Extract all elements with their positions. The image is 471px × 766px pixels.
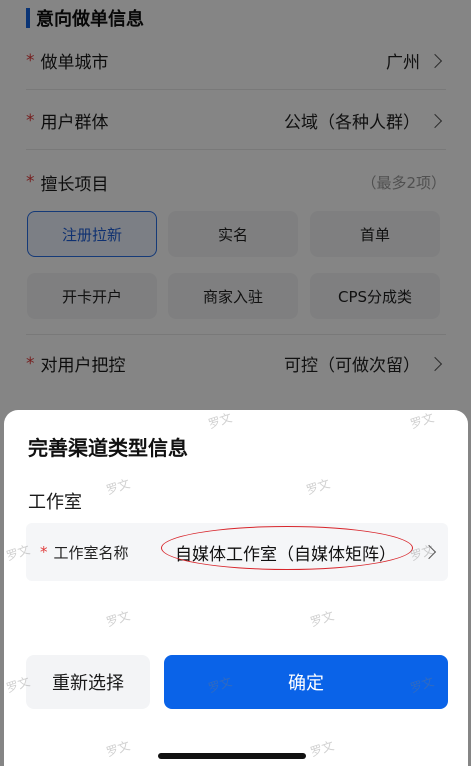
bottom-sheet: 完善渠道类型信息 工作室 * 工作室名称 自媒体工作室（自媒体矩阵） 重新选择 …: [4, 410, 468, 766]
required-mark: *: [40, 543, 48, 561]
sheet-title: 完善渠道类型信息: [28, 436, 188, 460]
studio-name-label: 工作室名称: [53, 543, 129, 562]
highlight-oval: [161, 525, 413, 570]
studio-name-field[interactable]: * 工作室名称 自媒体工作室（自媒体矩阵）: [26, 523, 448, 581]
channel-type-label: 工作室: [28, 492, 82, 513]
home-indicator[interactable]: [158, 753, 306, 759]
studio-name-value-wrap: 自媒体工作室（自媒体矩阵）: [161, 525, 413, 570]
reselect-button[interactable]: 重新选择: [26, 655, 150, 709]
